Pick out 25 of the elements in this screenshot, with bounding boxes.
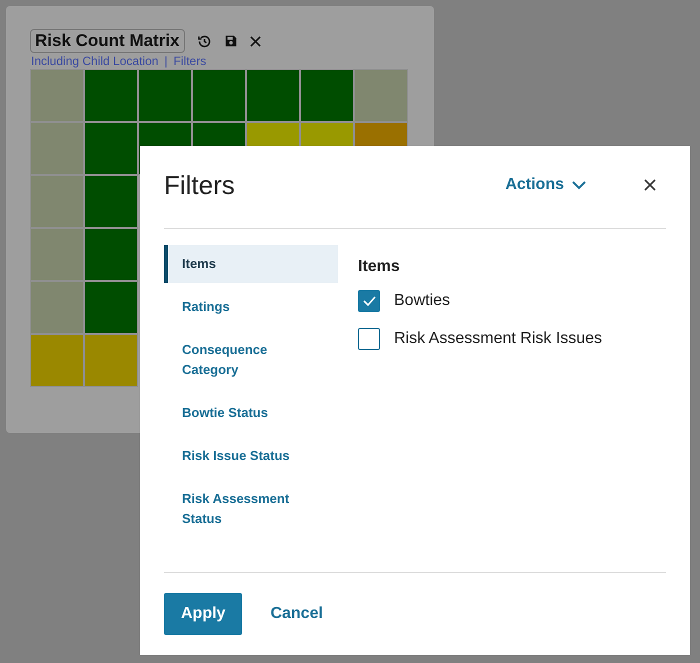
filter-nav-item[interactable]: Risk Assessment Status: [164, 480, 338, 538]
dialog-title: Filters: [164, 168, 236, 202]
apply-button[interactable]: Apply: [164, 593, 242, 635]
actions-button[interactable]: Actions: [505, 173, 586, 197]
save-icon[interactable]: [224, 34, 238, 48]
checkbox-label: Bowties: [394, 291, 450, 311]
filter-nav-item[interactable]: Ratings: [164, 288, 338, 326]
checkmark-icon: [362, 296, 376, 306]
filter-nav-item[interactable]: Risk Issue Status: [164, 437, 338, 475]
filter-nav-item[interactable]: Bowtie Status: [164, 394, 338, 432]
checkbox[interactable]: [358, 290, 380, 312]
close-icon[interactable]: [644, 179, 656, 191]
widget-title: Risk Count Matrix: [30, 29, 185, 53]
section-heading: Items: [358, 257, 401, 277]
filter-nav-item[interactable]: Consequence Category: [164, 331, 338, 389]
chevron-down-icon: [572, 180, 586, 190]
checkbox[interactable]: [358, 328, 380, 350]
history-icon[interactable]: [196, 34, 212, 48]
cancel-button[interactable]: Cancel: [268, 593, 325, 635]
filter-nav-item[interactable]: Items: [164, 245, 338, 283]
close-icon[interactable]: [250, 36, 261, 46]
link-separator: |: [163, 54, 169, 68]
widget-link[interactable]: Filters: [172, 54, 208, 68]
widget-link[interactable]: Including Child Location: [30, 54, 160, 68]
checkbox-label: Risk Assessment Risk Issues: [394, 329, 602, 349]
